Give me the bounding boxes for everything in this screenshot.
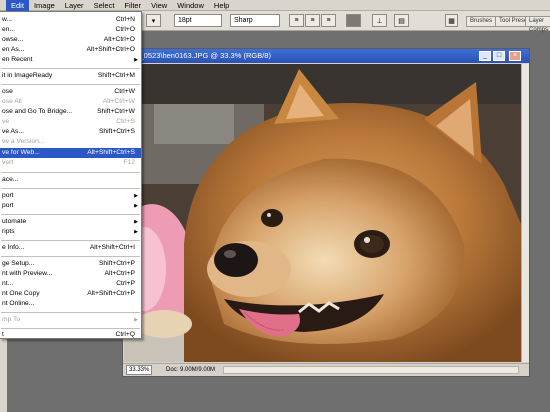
menu-item-print-one-copy[interactable]: nt One Copy Alt+Shift+Ctrl+P xyxy=(0,289,141,299)
menu-separator xyxy=(1,68,140,69)
vertical-scrollbar[interactable] xyxy=(521,64,529,362)
zoom-field[interactable]: 33.33% xyxy=(126,365,153,375)
menu-item-revert: vert F12 xyxy=(2,159,135,166)
menu-item-save-version: ve a Version... xyxy=(2,138,45,145)
text-orientation-icon[interactable]: ▾ xyxy=(146,14,161,27)
menu-separator xyxy=(1,214,140,215)
menu-item-save-as[interactable]: ve As... Shift+Ctrl+S xyxy=(0,127,141,137)
image-canvas[interactable] xyxy=(124,64,521,362)
menu-item-save-for-web[interactable]: ve for Web... Alt+Shift+Ctrl+S xyxy=(0,148,141,158)
menu-image[interactable]: Image xyxy=(29,0,60,11)
menu-item-open-recent[interactable]: en Recent ▶ xyxy=(0,55,141,65)
antialias-select[interactable]: Sharp xyxy=(230,14,280,27)
menu-layer[interactable]: Layer xyxy=(60,0,89,11)
menu-select[interactable]: Select xyxy=(89,0,120,11)
palette-tab-brushes[interactable]: Brushes xyxy=(466,16,497,27)
font-size-field[interactable]: 18pt xyxy=(174,14,222,27)
menu-item-jump-to: mp To ▶ xyxy=(2,316,138,323)
menu-item-page-setup[interactable]: ge Setup... Shift+Ctrl+P xyxy=(0,259,141,269)
doc-size-info[interactable]: Doc: 9.00M/9.00M xyxy=(166,364,215,376)
align-center-icon[interactable]: ≡ xyxy=(305,14,320,27)
horizontal-scrollbar[interactable] xyxy=(223,366,519,374)
menu-item-place[interactable]: ace... xyxy=(0,175,141,185)
status-bar: 33.33% Doc: 9.00M/9.00M xyxy=(123,363,529,376)
menu-separator xyxy=(1,256,140,257)
align-left-icon[interactable]: ≡ xyxy=(289,14,304,27)
dog-photo xyxy=(124,64,521,362)
palette-tab-layer-comps[interactable]: Layer Comps xyxy=(525,16,550,33)
menu-item-close-all: ose All Alt+Ctrl+W xyxy=(2,98,135,105)
menu-item-open-as[interactable]: en As... Alt+Shift+Ctrl+O xyxy=(0,45,141,55)
menu-item-automate[interactable]: utomate ▶ xyxy=(0,217,141,227)
align-right-icon[interactable]: ≡ xyxy=(321,14,336,27)
submenu-arrow-icon: ▶ xyxy=(134,203,138,209)
menu-item-file-info[interactable]: e Info... Alt+Shift+Ctrl+I xyxy=(0,243,141,253)
menu-filter[interactable]: Filter xyxy=(119,0,146,11)
menu-item-save: ve Ctrl+S xyxy=(2,118,135,125)
menu-item-print[interactable]: nt... Ctrl+P xyxy=(0,279,141,289)
menu-item-import[interactable]: port ▶ xyxy=(0,191,141,201)
menu-item-print-with-preview[interactable]: nt with Preview... Alt+Ctrl+P xyxy=(0,269,141,279)
menu-separator xyxy=(1,84,140,85)
file-menu-dropdown: w... Ctrl+N en... Ctrl+O owse... Alt+Ctrl+O… xyxy=(0,11,142,339)
menu-separator xyxy=(1,172,140,173)
menu-item-export[interactable]: port ▶ xyxy=(0,201,141,211)
menu-help[interactable]: Help xyxy=(209,0,234,11)
menu-item-open[interactable]: en... Ctrl+O xyxy=(0,25,141,35)
menu-bar: Edit Image Layer Select Filter View Wind… xyxy=(0,0,550,11)
minimize-icon[interactable]: _ xyxy=(479,51,491,61)
submenu-arrow-icon: ▶ xyxy=(134,57,138,63)
close-icon[interactable]: × xyxy=(509,51,521,61)
menu-separator xyxy=(1,328,140,329)
menu-item-browse[interactable]: owse... Alt+Ctrl+O xyxy=(0,35,141,45)
submenu-arrow-icon: ▶ xyxy=(134,219,138,225)
warp-text-icon[interactable]: ⊥ xyxy=(372,14,387,27)
menu-item-edit-in-imageready[interactable]: it in ImageReady Shift+Ctrl+M xyxy=(0,71,141,81)
menu-item-new[interactable]: w... Ctrl+N xyxy=(0,15,141,25)
menu-item-print-online[interactable]: nt Online... xyxy=(0,299,141,309)
submenu-arrow-icon: ▶ xyxy=(134,193,138,199)
menu-separator xyxy=(1,240,140,241)
menu-item-close[interactable]: ose Ctrl+W xyxy=(0,87,141,97)
submenu-arrow-icon: ▶ xyxy=(134,229,138,235)
text-color-swatch[interactable] xyxy=(346,14,361,27)
maximize-icon[interactable]: □ xyxy=(493,51,505,61)
palettes-toggle-icon[interactable]: ▤ xyxy=(394,14,409,27)
menu-item-scripts[interactable]: ripts ▶ xyxy=(0,227,141,237)
menu-item-close-go-bridge[interactable]: ose and Go To Bridge... Shift+Ctrl+W xyxy=(0,107,141,117)
menu-separator xyxy=(1,188,140,189)
palette-well-icon[interactable]: ▦ xyxy=(445,14,458,27)
document-window: 007_0523\hen0163.JPG @ 33.3% (RGB/8) _ □… xyxy=(122,48,530,377)
submenu-arrow-icon: ▶ xyxy=(134,317,138,323)
menu-view[interactable]: View xyxy=(146,0,172,11)
menu-window[interactable]: Window xyxy=(172,0,209,11)
document-title[interactable]: 007_0523\hen0163.JPG @ 33.3% (RGB/8) xyxy=(123,49,529,63)
menu-item-exit[interactable]: t Ctrl+Q xyxy=(0,330,141,340)
menu-separator xyxy=(1,312,140,313)
menu-edit[interactable]: Edit xyxy=(6,0,29,11)
